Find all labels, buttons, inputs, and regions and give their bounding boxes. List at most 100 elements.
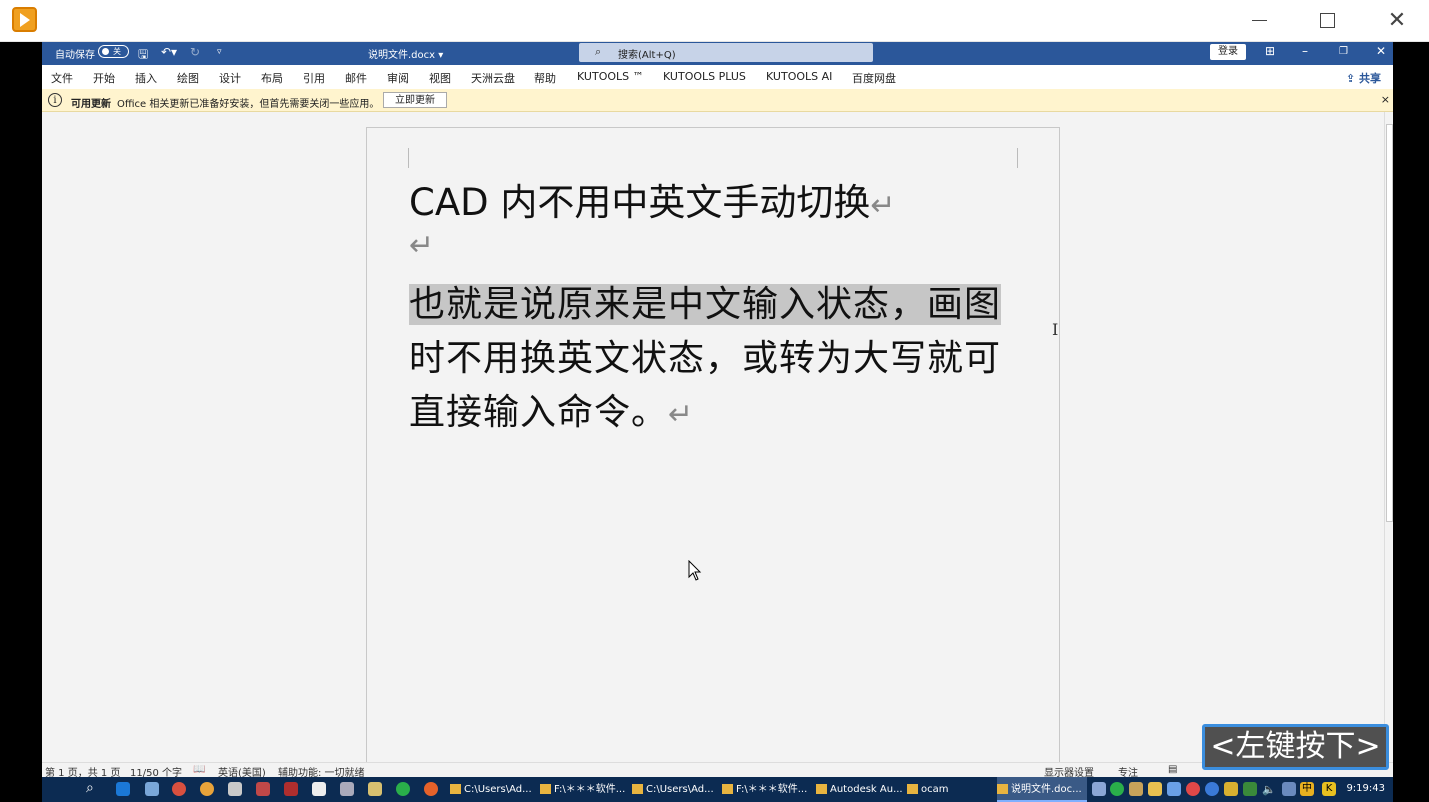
network-icon[interactable] xyxy=(1282,782,1296,796)
redo-icon[interactable]: ↻ xyxy=(190,45,200,59)
display-settings[interactable]: 显示器设置 xyxy=(1044,764,1094,777)
app-icon[interactable] xyxy=(145,782,159,796)
folder-icon xyxy=(997,784,1008,794)
taskbar-app[interactable]: C:\Users\Ad... xyxy=(450,777,538,802)
word-close-button[interactable]: ✕ xyxy=(1376,44,1386,58)
taskbar-app[interactable]: 说明文件.doc... xyxy=(997,777,1087,802)
tray-icon[interactable] xyxy=(1148,782,1162,796)
app-icon[interactable] xyxy=(228,782,242,796)
autosave-toggle[interactable]: 关 xyxy=(98,45,129,58)
minimize-button[interactable] xyxy=(1224,0,1294,40)
tray-icon[interactable] xyxy=(1243,782,1257,796)
ribbon-tab[interactable]: 帮助 xyxy=(534,70,556,86)
word-minimize-button[interactable]: – xyxy=(1302,44,1308,58)
document-heading[interactable]: CAD 内不用中英文手动切换↵ xyxy=(409,172,896,226)
ribbon-tab[interactable]: KUTOOLS ™ xyxy=(577,70,644,83)
folder-icon xyxy=(540,784,551,794)
taskbar-app[interactable]: F:\＊＊＊软件... xyxy=(722,777,814,802)
ribbon-tab[interactable]: 邮件 xyxy=(345,70,367,86)
firefox-icon[interactable] xyxy=(424,782,438,796)
autosave-label: 自动保存 xyxy=(55,50,95,61)
word-count[interactable]: 11/50 个字 xyxy=(130,764,182,777)
search-icon[interactable]: ⌕ xyxy=(86,780,94,796)
ribbon-display-icon[interactable]: ⊞ xyxy=(1265,44,1275,58)
ribbon-tab[interactable]: KUTOOLS AI xyxy=(766,70,832,83)
ribbon-tab[interactable]: KUTOOLS PLUS xyxy=(663,70,746,83)
mouse-pointer-icon xyxy=(688,560,702,581)
app-icon[interactable] xyxy=(256,782,270,796)
customize-qat-icon[interactable]: ▿ xyxy=(217,47,222,57)
ribbon-tabs: 文件 开始 插入 绘图 设计 布局 引用 邮件 审阅 视图 天洲云盘 帮助 KUTOOLS ™ KUTOO… xyxy=(42,65,1393,89)
taskbar-app[interactable]: ocam xyxy=(907,777,995,802)
app-icon[interactable] xyxy=(340,782,354,796)
word-titlebar: 自动保存 关 🖫 ↶▾ ↻ ▿ 说明文件.docx ▾ ⌕ 搜索(Alt+Q) … xyxy=(42,42,1393,65)
ribbon-tab[interactable]: 绘图 xyxy=(177,70,199,86)
ribbon-tab[interactable]: 引用 xyxy=(303,70,325,86)
app-icon[interactable] xyxy=(368,782,382,796)
edge-icon[interactable] xyxy=(116,782,130,796)
chrome-icon[interactable] xyxy=(172,782,186,796)
tray-icon[interactable] xyxy=(1110,782,1124,796)
ribbon-tab[interactable]: 审阅 xyxy=(387,70,409,86)
taskbar-app[interactable]: Autodesk Au... xyxy=(816,777,904,802)
accessibility-status[interactable]: 辅助功能: 一切就绪 xyxy=(278,764,365,777)
tray-icon[interactable]: K xyxy=(1322,782,1336,796)
focus-mode[interactable]: 专注 xyxy=(1118,764,1138,777)
ribbon-tab[interactable]: 开始 xyxy=(93,70,115,86)
tray-icon[interactable] xyxy=(1224,782,1238,796)
app-icon[interactable] xyxy=(312,782,326,796)
taskbar-app-label: F:\＊＊＊软件... xyxy=(554,784,626,795)
undo-icon[interactable]: ↶▾ xyxy=(161,45,177,59)
app-icon[interactable] xyxy=(284,782,298,796)
message-close-icon[interactable]: × xyxy=(1381,93,1390,106)
status-bar: 第 1 页，共 1 页 11/50 个字 📖 英语(美国) 辅助功能: 一切就绪… xyxy=(42,762,1393,777)
document-canvas[interactable]: CAD 内不用中英文手动切换↵ ↵ 也就是说原来是中文输入状态，画图时不用换英文… xyxy=(42,112,1384,767)
tray-icon[interactable] xyxy=(1092,782,1106,796)
message-title: 可用更新 xyxy=(71,99,111,110)
vertical-scrollbar[interactable] xyxy=(1384,112,1393,762)
taskbar-app[interactable]: F:\＊＊＊软件... xyxy=(540,777,630,802)
tray-icon[interactable] xyxy=(1186,782,1200,796)
paragraph-mark: ↵ xyxy=(409,228,435,263)
language-label[interactable]: 英语(美国) xyxy=(218,764,266,777)
update-now-button[interactable]: 立即更新 xyxy=(383,92,447,108)
tray-icon[interactable] xyxy=(1205,782,1219,796)
folder-icon xyxy=(450,784,461,794)
ribbon-tab[interactable]: 文件 xyxy=(51,70,73,86)
share-button[interactable]: ⇪ 共享 xyxy=(1346,70,1381,86)
tray-icon[interactable] xyxy=(1129,782,1143,796)
taskbar-app-label: 说明文件.doc... xyxy=(1011,784,1082,795)
empty-paragraph[interactable]: ↵ xyxy=(409,228,434,263)
ime-icon[interactable]: 中 xyxy=(1300,782,1314,796)
taskbar-clock[interactable]: 9:19:43 xyxy=(1346,783,1385,794)
body-paragraph[interactable]: 也就是说原来是中文输入状态，画图时不用换英文状态，或转为大写就可直接输入命令。↵ xyxy=(409,278,1019,442)
proofing-icon[interactable]: 📖 xyxy=(193,764,205,775)
ribbon-tab[interactable]: 插入 xyxy=(135,70,157,86)
wechat-icon[interactable] xyxy=(396,782,410,796)
search-box[interactable]: ⌕ 搜索(Alt+Q) xyxy=(579,43,873,62)
scrollbar-thumb[interactable] xyxy=(1386,124,1393,522)
document-name[interactable]: 说明文件.docx ▾ xyxy=(368,46,443,61)
page-count[interactable]: 第 1 页，共 1 页 xyxy=(45,764,120,777)
save-icon[interactable]: 🖫 xyxy=(138,45,148,66)
close-icon: ✕ xyxy=(1387,7,1407,33)
close-button[interactable]: ✕ xyxy=(1362,0,1429,40)
volume-icon[interactable]: 🔈 xyxy=(1262,783,1276,797)
maximize-button[interactable] xyxy=(1292,0,1362,40)
ribbon-tab[interactable]: 视图 xyxy=(429,70,451,86)
tray-icon[interactable] xyxy=(1167,782,1181,796)
taskbar-app[interactable]: C:\Users\Ad... xyxy=(632,777,720,802)
ribbon-tab[interactable]: 天洲云盘 xyxy=(471,70,515,86)
word-restore-button[interactable]: ❐ xyxy=(1339,46,1348,57)
margin-mark xyxy=(408,148,409,168)
login-button[interactable]: 登录 xyxy=(1210,44,1246,60)
ribbon-tab[interactable]: 布局 xyxy=(261,70,283,86)
read-mode-icon[interactable]: ▤ xyxy=(1168,764,1177,775)
ibeam-cursor-icon: I xyxy=(1052,320,1059,339)
chrome-icon[interactable] xyxy=(200,782,214,796)
paragraph-mark: ↵ xyxy=(668,397,695,432)
ribbon-tab[interactable]: 百度网盘 xyxy=(852,70,896,86)
search-placeholder: 搜索(Alt+Q) xyxy=(618,50,676,61)
document-page[interactable]: CAD 内不用中英文手动切换↵ ↵ 也就是说原来是中文输入状态，画图时不用换英文… xyxy=(366,127,1060,767)
ribbon-tab[interactable]: 设计 xyxy=(219,70,241,86)
